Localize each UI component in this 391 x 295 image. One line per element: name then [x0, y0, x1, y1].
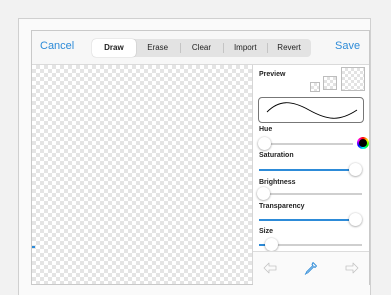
- transparency-slider-knob[interactable]: [349, 213, 362, 226]
- brightness-slider-knob[interactable]: [257, 187, 270, 200]
- save-button[interactable]: Save: [335, 40, 360, 52]
- size-slider-knob[interactable]: [265, 238, 278, 251]
- tab-revert[interactable]: Revert: [267, 39, 311, 57]
- hue-slider[interactable]: [258, 137, 353, 150]
- tab-erase[interactable]: Erase: [136, 39, 180, 57]
- tab-import[interactable]: Import: [223, 39, 267, 57]
- redo-arrow-icon[interactable]: [345, 261, 359, 275]
- cancel-button[interactable]: Cancel: [40, 40, 74, 52]
- eyedropper-icon[interactable]: [304, 261, 318, 276]
- size-label: Size: [259, 228, 274, 235]
- stroke-preview: [258, 97, 364, 123]
- undo-arrow-icon[interactable]: [263, 261, 277, 275]
- tool-segmented-control: Draw Erase Clear Import Revert: [92, 39, 311, 57]
- saturation-label: Saturation: [259, 152, 294, 159]
- canvas-edge-marker: [32, 246, 35, 248]
- tab-clear[interactable]: Clear: [179, 39, 224, 57]
- preview-label: Preview: [259, 71, 286, 78]
- saturation-slider[interactable]: [259, 163, 362, 176]
- transparency-label: Transparency: [259, 203, 305, 210]
- size-slider[interactable]: [259, 238, 362, 251]
- preview-small-swatch: [310, 82, 320, 92]
- preview-medium-swatch: [323, 76, 337, 90]
- hue-slider-knob[interactable]: [258, 137, 271, 150]
- history-toolbar: [253, 251, 369, 285]
- transparency-slider[interactable]: [259, 213, 362, 226]
- stroke-curve-icon: [266, 102, 358, 119]
- drawing-canvas[interactable]: [32, 65, 252, 284]
- saturation-slider-fill: [259, 169, 356, 171]
- transparency-slider-fill: [259, 219, 356, 221]
- preview-large-swatch: [341, 67, 365, 91]
- brightness-label: Brightness: [259, 179, 296, 186]
- hue-label: Hue: [259, 126, 273, 133]
- drawing-panel: Cancel Draw Erase Clear Import Revert Sa…: [31, 30, 370, 285]
- saturation-slider-knob[interactable]: [349, 163, 362, 176]
- toolbar: Cancel Draw Erase Clear Import Revert Sa…: [32, 31, 369, 65]
- brush-settings-sidebar: Preview Hue Saturation Brightness Transp…: [252, 65, 369, 285]
- tab-draw[interactable]: Draw: [92, 39, 136, 57]
- color-wheel-icon[interactable]: [357, 137, 369, 149]
- brightness-slider[interactable]: [257, 187, 362, 200]
